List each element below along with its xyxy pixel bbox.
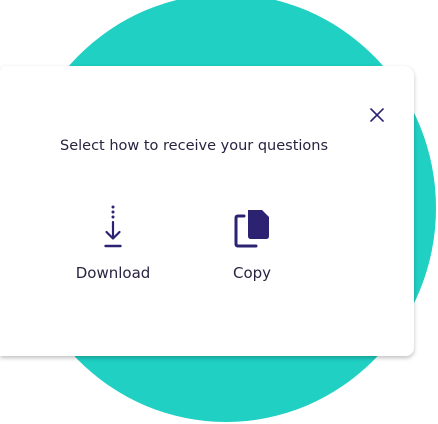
close-icon: [370, 108, 384, 122]
download-option[interactable]: Download: [73, 204, 153, 282]
close-button[interactable]: [366, 104, 388, 126]
dialog-prompt: Select how to receive your questions: [60, 138, 329, 154]
download-icon: [104, 205, 122, 248]
stage: Select how to receive your questions Dow…: [0, 0, 438, 424]
copy-label: Copy: [232, 264, 272, 282]
copy-icon: [234, 210, 269, 248]
copy-option[interactable]: Copy: [220, 204, 284, 282]
receive-questions-dialog: Select how to receive your questions Dow…: [0, 66, 414, 356]
download-label: Download: [75, 264, 151, 282]
